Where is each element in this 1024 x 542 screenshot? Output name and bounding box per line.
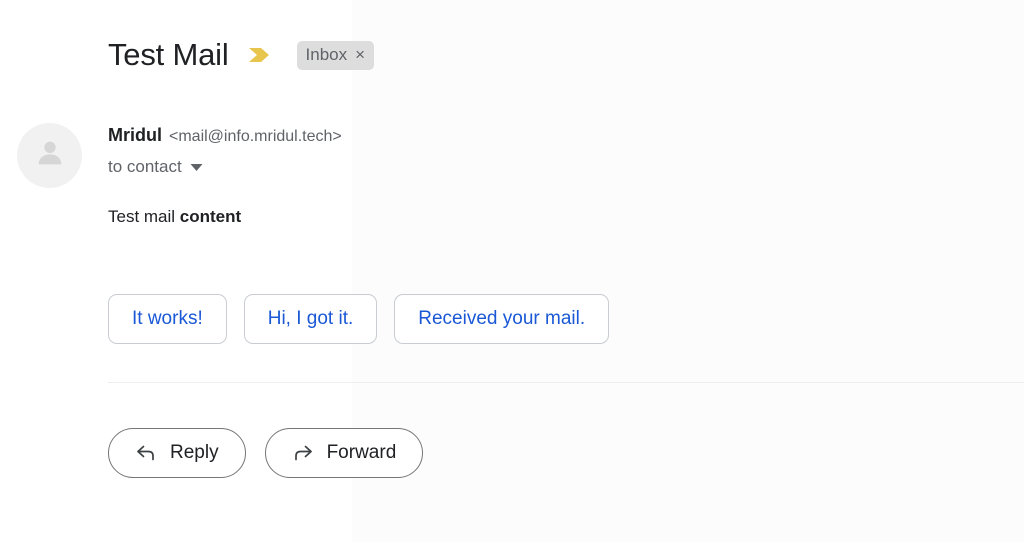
forward-arrow-icon xyxy=(292,443,314,463)
smart-reply-suggestions: It works! Hi, I got it. Received your ma… xyxy=(108,294,610,344)
label-chip-inbox[interactable]: Inbox × xyxy=(296,40,375,70)
message-body: Test mail content xyxy=(108,205,241,229)
chevron-down-icon[interactable] xyxy=(190,163,203,172)
close-icon[interactable]: × xyxy=(355,45,365,64)
sender-line: Mridul <mail@info.mridul.tech> xyxy=(108,125,342,146)
reply-button-label: Reply xyxy=(170,442,219,463)
page-title: Test Mail xyxy=(108,37,229,72)
message-body-bold-text: content xyxy=(179,207,242,226)
label-chip-name: Inbox xyxy=(305,44,348,64)
reply-button[interactable]: Reply xyxy=(108,428,246,478)
smart-reply-chip-2[interactable]: Hi, I got it. xyxy=(243,294,378,344)
divider xyxy=(108,382,1024,383)
recipient-label: to contact xyxy=(108,157,182,176)
sender-details-block: Mridul <mail@info.mridul.tech> to contac… xyxy=(108,125,342,177)
subject-header-row: Test Mail Inbox × xyxy=(108,33,375,77)
person-avatar-icon xyxy=(33,136,67,175)
forward-button-label: Forward xyxy=(326,442,397,463)
important-marker-icon[interactable] xyxy=(247,45,275,65)
recipient-line[interactable]: to contact xyxy=(108,157,342,177)
message-body-text: Test mail xyxy=(108,207,180,226)
forward-button[interactable]: Forward xyxy=(264,428,424,478)
sender-email[interactable]: <mail@info.mridul.tech> xyxy=(169,128,342,146)
reply-arrow-icon xyxy=(135,443,157,463)
sender-name[interactable]: Mridul xyxy=(108,125,162,146)
smart-reply-chip-3[interactable]: Received your mail. xyxy=(394,294,610,344)
avatar[interactable] xyxy=(17,123,82,188)
message-actions: Reply Forward xyxy=(108,428,424,478)
email-message-view: Test Mail Inbox × Mridul <mail@info.mrid… xyxy=(0,0,1024,542)
smart-reply-chip-1[interactable]: It works! xyxy=(108,294,227,344)
